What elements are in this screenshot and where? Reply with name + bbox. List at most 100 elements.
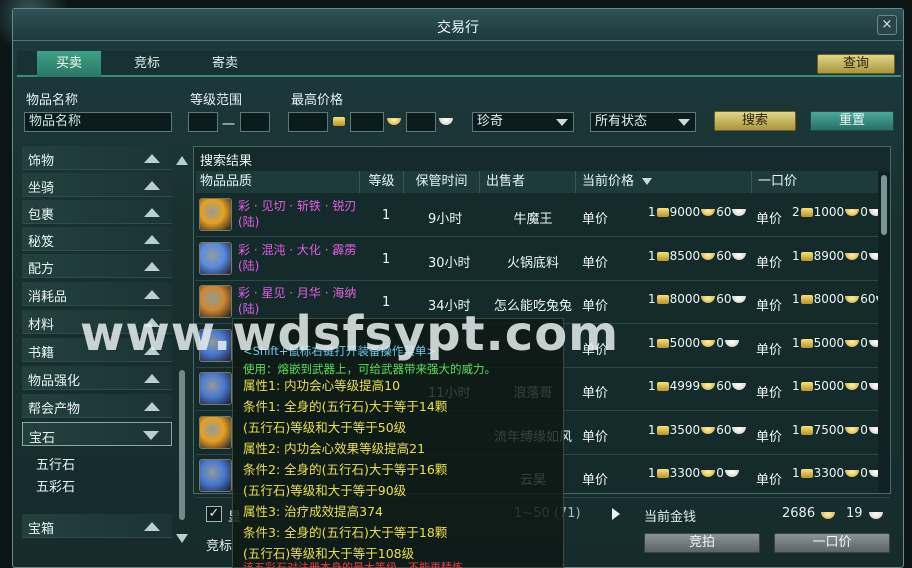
gold-brick-icon (656, 295, 669, 304)
gem-icon[interactable] (199, 459, 232, 492)
current-price: 1 3500 60 (648, 423, 747, 437)
category-accessories[interactable]: 饰物 (22, 146, 172, 170)
header-buyout[interactable]: 一口价 (752, 171, 890, 193)
category-gems[interactable]: 宝石 (22, 422, 172, 446)
gold-ingot-icon (701, 339, 716, 347)
subcategory-wucai-stone[interactable]: 五彩石 (36, 476, 75, 495)
query-button[interactable]: 查询 (817, 54, 895, 74)
gem-icon[interactable] (199, 241, 232, 275)
category-guild-products[interactable]: 帮会产物 (22, 394, 172, 418)
gold-brick-icon (656, 425, 669, 435)
sort-down-icon[interactable] (642, 178, 653, 185)
scroll-down-icon[interactable] (176, 534, 188, 543)
price-silver: 60 (716, 292, 732, 306)
tab-consign[interactable]: 寄卖 (193, 51, 257, 77)
current-price: 1 5000 0 (648, 336, 740, 350)
next-page-icon[interactable] (612, 508, 620, 520)
buyout-price: 2 1000 0 (792, 205, 884, 219)
table-row[interactable]: 彩 · 见切 · 斩铁 · 锐刃(陆) 1 9小时 牛魔王 单价 1 9000 60… (196, 195, 890, 237)
scroll-thumb[interactable] (179, 370, 185, 520)
tooltip-line: 条件1: 全身的(五行石)大于等于14颗 (243, 399, 448, 414)
tooltip-line: 条件2: 全身的(五行石)大于等于16颗 (243, 462, 448, 477)
level-min-input[interactable] (188, 112, 218, 132)
collapse-up-icon (144, 208, 160, 217)
title-bar[interactable]: 交易行 × (13, 9, 903, 41)
price-brick: 1 (648, 248, 656, 263)
price-brick: 1 (648, 466, 656, 480)
gem-icon[interactable] (199, 415, 232, 449)
money-gold: 2686 (782, 506, 816, 521)
category-bags[interactable]: 包裹 (22, 200, 172, 224)
price-brick-input[interactable] (288, 112, 328, 132)
price-gold-input[interactable] (350, 112, 384, 132)
price-silver: 0 (716, 466, 724, 480)
header-quality[interactable]: 物品品质 (196, 171, 360, 193)
scroll-thumb[interactable] (881, 175, 887, 235)
table-row[interactable]: 彩 · 混沌 · 大化 · 霹雳(陆) 1 30小时 火锅底料 单价 1 8500… (196, 239, 890, 281)
gold-brick-icon (656, 382, 669, 391)
buyout-price: 1 5000 0 (792, 379, 884, 393)
unit-price-label: 单价 (756, 429, 783, 445)
category-label: 帮会产物 (28, 402, 81, 417)
search-button[interactable]: 搜索 (714, 111, 796, 131)
gold-ingot-icon (845, 426, 860, 434)
checkbox[interactable]: ✓ (206, 506, 222, 522)
category-mounts[interactable]: 坐骑 (22, 173, 172, 197)
gem-icon[interactable] (199, 372, 232, 405)
close-icon[interactable]: × (877, 15, 897, 35)
item-name-input[interactable]: 物品名称 (24, 112, 172, 132)
price-silver: 0 (860, 466, 868, 480)
category-label: 书籍 (28, 346, 55, 361)
category-label: 秘笈 (28, 235, 55, 250)
collapse-up-icon (144, 374, 160, 383)
gem-icon[interactable] (199, 198, 232, 231)
unit-price-label: 单价 (756, 473, 783, 488)
status-value: 所有状态 (595, 114, 648, 129)
category-recipes[interactable]: 配方 (22, 254, 172, 278)
header-seller[interactable]: 出售者 (480, 171, 576, 193)
current-money-label: 当前金钱 (644, 510, 697, 525)
unit-price-label: 单价 (756, 299, 783, 314)
scroll-up-icon[interactable] (176, 156, 188, 165)
tab-buy-sell[interactable]: 买卖 (37, 51, 101, 77)
gold-brick-icon (656, 469, 669, 478)
header-level[interactable]: 等级 (360, 171, 404, 193)
gold-brick-icon (656, 338, 669, 348)
item-level: 1 (382, 208, 391, 223)
level-max-input[interactable] (240, 112, 270, 132)
unit-price-label: 单价 (582, 429, 609, 445)
reset-button[interactable]: 重置 (810, 111, 894, 131)
header-storage-time[interactable]: 保管时间 (404, 171, 480, 193)
subcategory-wuxing-stone[interactable]: 五行石 (36, 454, 75, 473)
item-name: 彩 · 混沌 · 大化 · 霹雳(陆) (238, 242, 357, 273)
status-select[interactable]: 所有状态 (590, 112, 696, 132)
price-gold: 5000 (813, 379, 845, 393)
category-consumables[interactable]: 消耗品 (22, 282, 172, 306)
collapse-up-icon (144, 154, 160, 163)
results-scrollbar[interactable] (878, 171, 890, 493)
price-silver: 60 (860, 292, 876, 306)
category-label: 材料 (28, 318, 55, 333)
buyout-price: 1 8900 0 (792, 249, 884, 263)
price-silver-input[interactable] (406, 112, 436, 132)
gold-brick-icon (800, 295, 813, 304)
bid-button[interactable]: 竞拍 (644, 533, 760, 553)
unit-price-label: 单价 (756, 212, 783, 227)
chevron-down-icon (556, 119, 568, 126)
category-enhancement[interactable]: 物品强化 (22, 366, 172, 390)
tab-bid[interactable]: 竞标 (115, 51, 179, 77)
seller-name: 牛魔王 (513, 212, 553, 227)
buyout-price: 1 3300 0 (792, 466, 884, 480)
gold-ingot-icon (845, 296, 860, 303)
item-level: 1 (382, 251, 391, 267)
price-brick: 1 (648, 292, 656, 306)
rarity-select[interactable]: 珍奇 (472, 112, 574, 132)
price-brick: 1 (792, 292, 800, 306)
chevron-down-icon (678, 119, 690, 126)
buyout-button[interactable]: 一口价 (774, 533, 890, 553)
category-manuals[interactable]: 秘笈 (22, 227, 172, 251)
gold-ingot-icon (845, 383, 860, 390)
price-gold: 7500 (813, 422, 845, 437)
category-chests[interactable]: 宝箱 (22, 514, 172, 538)
header-current-price[interactable]: 当前价格 (576, 171, 752, 193)
